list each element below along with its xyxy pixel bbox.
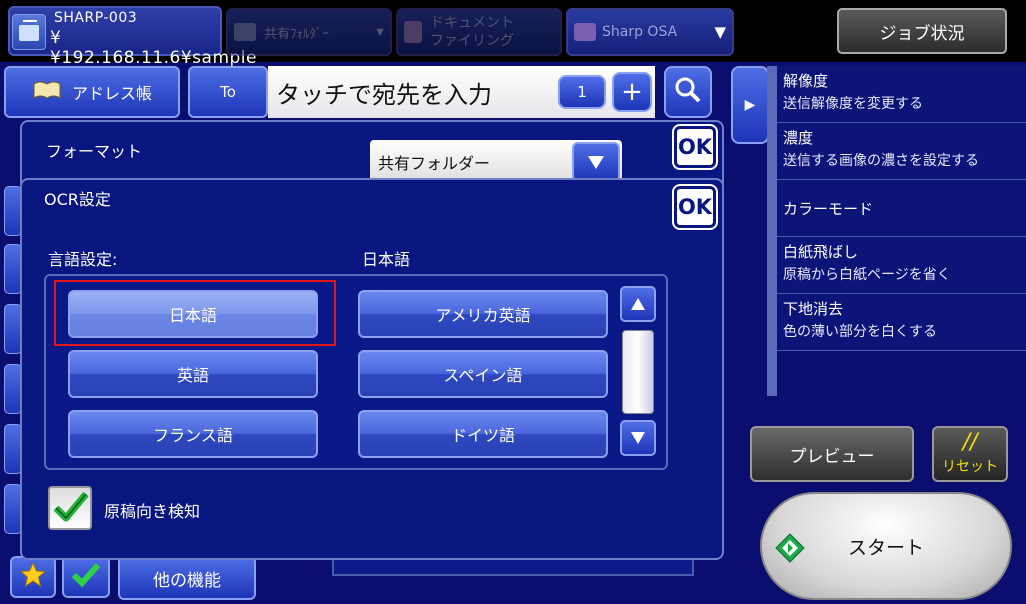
check-button[interactable]	[62, 556, 110, 598]
language-option-spanish[interactable]: スペイン語	[358, 350, 608, 398]
setting-resolution[interactable]: 解像度 送信解像度を変更する	[777, 66, 1026, 123]
star-icon	[19, 561, 47, 593]
preview-button[interactable]: プレビュー	[750, 426, 914, 482]
language-option-english[interactable]: 英語	[68, 350, 318, 398]
selection-highlight	[54, 280, 336, 346]
orientation-detect-checkbox[interactable]	[48, 486, 92, 530]
arrow-down-icon	[631, 432, 645, 444]
chevron-down-icon: ▼	[376, 26, 384, 38]
device-name: SHARP-003	[54, 10, 138, 26]
format-ok-button[interactable]: OK	[672, 124, 718, 170]
format-label: フォーマット	[46, 142, 143, 161]
book-icon	[32, 80, 62, 104]
chevron-down-icon	[588, 155, 604, 169]
search-icon	[674, 76, 702, 108]
language-current-value: 日本語	[362, 250, 411, 269]
checkmark-icon	[50, 491, 90, 532]
favorites-button[interactable]	[10, 556, 56, 598]
add-destination-button[interactable]: +	[612, 72, 652, 112]
language-option-german[interactable]: ドイツ語	[358, 410, 608, 458]
language-option-french[interactable]: フランス語	[68, 410, 318, 458]
to-button[interactable]: To	[188, 66, 268, 118]
start-button[interactable]: スタート	[760, 492, 1012, 600]
folder-icon	[234, 23, 256, 41]
document-filing-icon	[404, 21, 422, 43]
job-status-button[interactable]: ジョブ状況	[837, 8, 1007, 54]
expand-arrow-icon: ▶	[744, 97, 756, 113]
setting-color-mode[interactable]: カラーモード	[777, 180, 1026, 237]
background-panel-edge	[332, 560, 694, 576]
reset-icon: //	[962, 430, 978, 455]
setting-background-removal[interactable]: 下地消去 色の薄い部分を白くする	[777, 294, 1026, 351]
start-diamond-icon	[774, 532, 806, 569]
orientation-detect-label: 原稿向き検知	[104, 502, 201, 521]
scroll-up-button[interactable]	[620, 286, 656, 322]
scroll-down-button[interactable]	[620, 420, 656, 456]
destination-count: 1	[558, 75, 606, 109]
device-tab[interactable]: SHARP-003 ¥¥192.168.11.6¥sample	[8, 6, 257, 68]
format-dropdown-button[interactable]	[572, 142, 620, 182]
search-button[interactable]	[664, 66, 712, 118]
setting-density[interactable]: 濃度 送信する画像の濃さを設定する	[777, 123, 1026, 180]
settings-list: 解像度 送信解像度を変更する 濃度 送信する画像の濃さを設定する カラーモード …	[777, 66, 1026, 351]
ocr-dialog-title: OCR設定	[44, 190, 111, 209]
tab-shared-folder[interactable]: 共有ﾌｫﾙﾀﾞｰ ▼	[226, 8, 392, 56]
panel-divider	[767, 66, 777, 396]
other-functions-button[interactable]: 他の機能	[118, 556, 256, 600]
network-folder-icon	[12, 14, 46, 50]
language-setting-label: 言語設定:	[48, 250, 118, 269]
osa-icon	[574, 23, 596, 41]
tab-sharp-osa[interactable]: Sharp OSA ▼	[566, 8, 734, 56]
address-book-button[interactable]: アドレス帳	[4, 66, 180, 118]
reset-button[interactable]: // リセット	[932, 426, 1008, 482]
checkmark-icon	[71, 561, 101, 593]
ocr-ok-button[interactable]: OK	[672, 184, 718, 230]
panel-toggle-button[interactable]: ▶	[731, 66, 769, 144]
tab-document-filing[interactable]: ドキュメント ファイリング	[396, 8, 562, 56]
language-option-american-english[interactable]: アメリカ英語	[358, 290, 608, 338]
arrow-up-icon	[631, 298, 645, 310]
setting-blank-skip[interactable]: 白紙飛ばし 原稿から白紙ページを省く	[777, 237, 1026, 294]
scrollbar-thumb[interactable]	[622, 330, 654, 414]
chevron-down-icon[interactable]: ▼	[714, 23, 726, 41]
